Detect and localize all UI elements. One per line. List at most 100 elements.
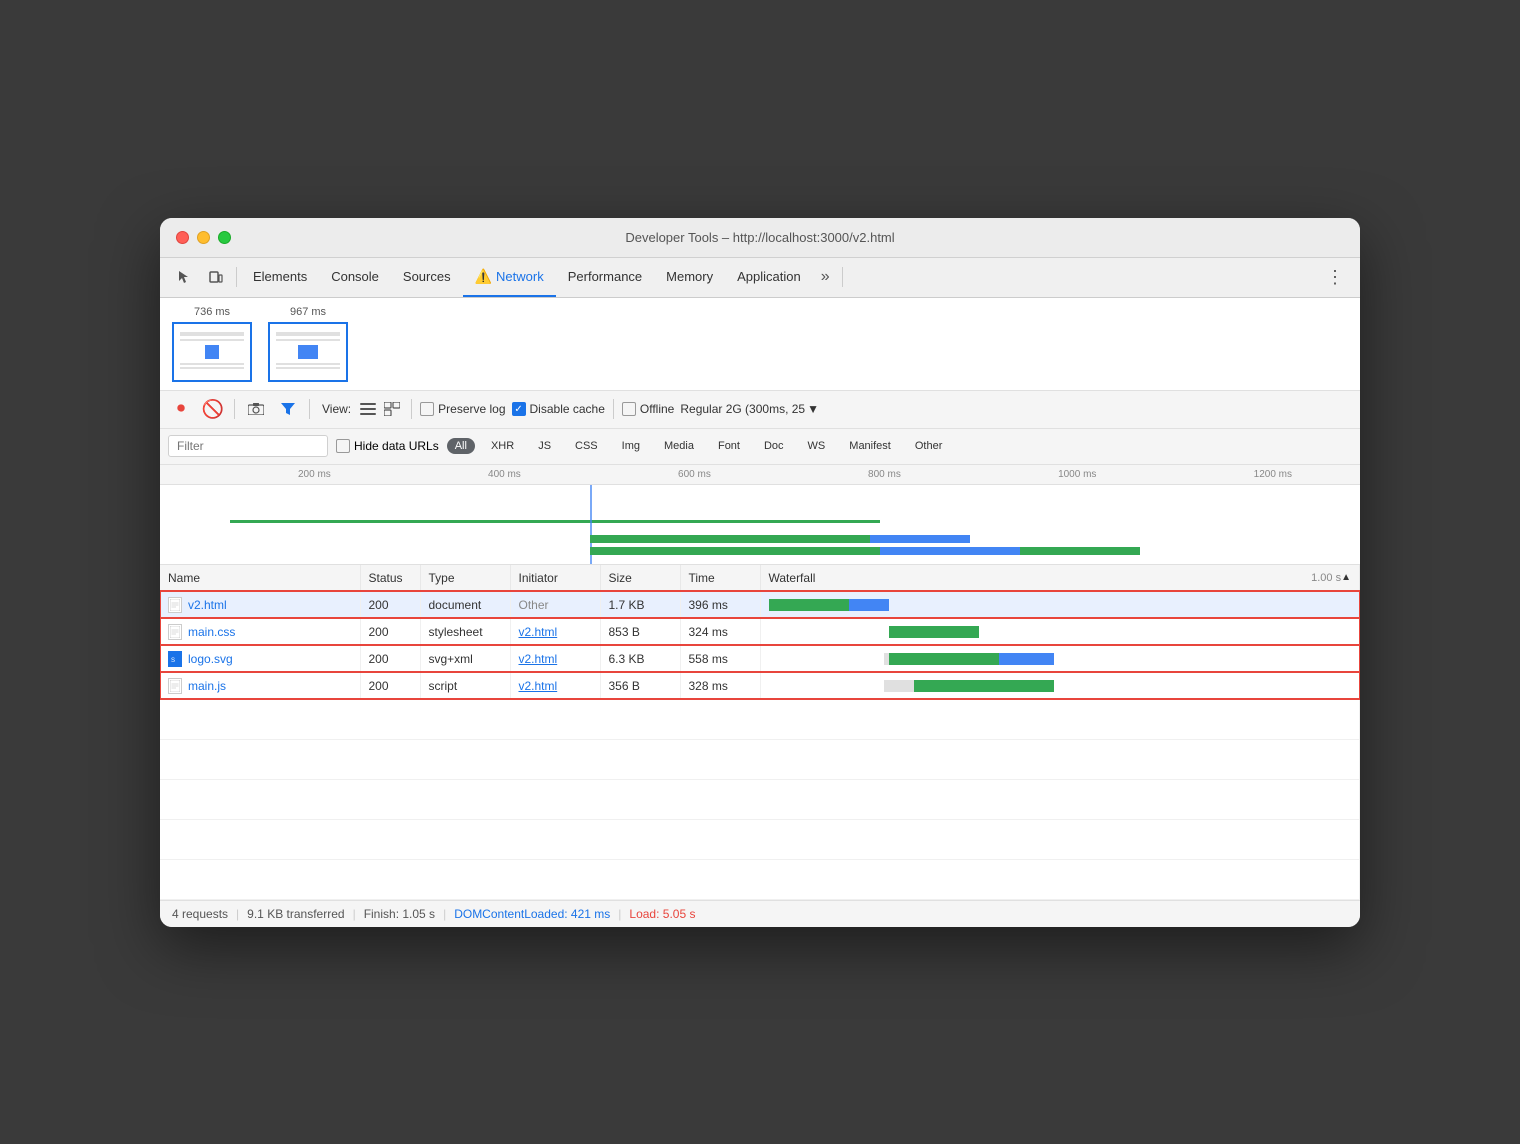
td-waterfall [760, 618, 1360, 645]
filmstrip-item-1[interactable]: 736 ms [172, 306, 252, 382]
tab-memory[interactable]: Memory [654, 257, 725, 297]
filter-doc[interactable]: Doc [756, 438, 792, 454]
toolbar-separator-1 [234, 399, 235, 419]
green-timeline-bar [230, 520, 880, 523]
ruler-mark-4: 800 ms [868, 469, 901, 480]
td-name: main.js [160, 672, 360, 699]
col-waterfall[interactable]: Waterfall 1.00 s ▲ [760, 565, 1360, 592]
hide-data-urls-group[interactable]: Hide data URLs [336, 439, 439, 453]
device-mode-icon[interactable] [200, 261, 232, 293]
td-initiator[interactable]: v2.html [510, 672, 600, 699]
col-size[interactable]: Size [600, 565, 680, 592]
timeline-bar-blue-1 [870, 535, 970, 543]
filmstrip-thumb-2[interactable] [268, 322, 348, 382]
requests-table: Name Status Type Initiator Size Time Wat… [160, 565, 1360, 900]
ruler-mark-1: 200 ms [298, 469, 331, 480]
preserve-log-group[interactable]: Preserve log [420, 402, 505, 416]
camera-button[interactable] [243, 396, 269, 422]
tab-network[interactable]: ⚠️ Network [463, 257, 556, 297]
cursor-icon[interactable] [168, 261, 200, 293]
hide-data-urls-label: Hide data URLs [354, 439, 439, 453]
col-name[interactable]: Name [160, 565, 360, 592]
td-status: 200 [360, 645, 420, 672]
filter-manifest[interactable]: Manifest [841, 438, 899, 454]
offline-checkbox[interactable] [622, 402, 636, 416]
tab-divider-1 [236, 267, 237, 287]
table-row-empty [160, 819, 1360, 859]
window-title: Developer Tools – http://localhost:3000/… [625, 230, 894, 245]
disable-cache-checkbox[interactable]: ✓ [512, 402, 526, 416]
group-view-icon[interactable] [381, 398, 403, 420]
table-row-empty [160, 779, 1360, 819]
filter-button[interactable] [275, 396, 301, 422]
filter-ws[interactable]: WS [800, 438, 834, 454]
offline-group[interactable]: Offline [622, 402, 674, 416]
devtools-window: Developer Tools – http://localhost:3000/… [160, 218, 1360, 927]
disable-cache-group[interactable]: ✓ Disable cache [512, 402, 605, 416]
devtools-menu-button[interactable]: ⋮ [1318, 257, 1352, 297]
col-type[interactable]: Type [420, 565, 510, 592]
td-size: 6.3 KB [600, 645, 680, 672]
filter-font[interactable]: Font [710, 438, 748, 454]
td-waterfall [760, 645, 1360, 672]
td-type: document [420, 591, 510, 618]
sort-icon: ▲ [1341, 572, 1351, 583]
td-status: 200 [360, 591, 420, 618]
filmstrip-item-2[interactable]: 967 ms [268, 306, 348, 382]
throttle-select[interactable]: Regular 2G (300ms, 25 ▼ [680, 402, 819, 416]
filter-input[interactable] [168, 435, 328, 457]
status-finish: Finish: 1.05 s [364, 907, 435, 921]
td-waterfall [760, 672, 1360, 699]
tab-application[interactable]: Application [725, 257, 813, 297]
file-icon [168, 597, 182, 613]
tab-sources[interactable]: Sources [391, 257, 463, 297]
filter-xhr[interactable]: XHR [483, 438, 522, 454]
filmstrip-thumb-1[interactable] [172, 322, 252, 382]
filter-css[interactable]: CSS [567, 438, 606, 454]
td-time: 328 ms [680, 672, 760, 699]
table-row-empty [160, 859, 1360, 899]
filter-all[interactable]: All [447, 438, 475, 454]
col-status[interactable]: Status [360, 565, 420, 592]
col-initiator[interactable]: Initiator [510, 565, 600, 592]
list-view-icon[interactable] [357, 398, 379, 420]
filter-bar: Hide data URLs All XHR JS CSS Img Media … [160, 429, 1360, 465]
td-initiator[interactable]: v2.html [510, 618, 600, 645]
table-row[interactable]: main.css 200 stylesheet v2.html 853 B 32… [160, 618, 1360, 645]
status-dom-content[interactable]: DOMContentLoaded: 421 ms [454, 907, 610, 921]
table-row[interactable]: main.js 200 script v2.html 356 B 328 ms [160, 672, 1360, 699]
table-row-empty [160, 739, 1360, 779]
preserve-log-checkbox[interactable] [420, 402, 434, 416]
waterfall-overview[interactable] [160, 485, 1360, 565]
stop-button[interactable]: 🚫 [200, 396, 226, 422]
td-size: 356 B [600, 672, 680, 699]
filter-js[interactable]: JS [530, 438, 559, 454]
td-type: svg+xml [420, 645, 510, 672]
minimize-button[interactable] [197, 231, 210, 244]
ruler-mark-5: 1000 ms [1058, 469, 1096, 480]
devtools-tab-bar: Elements Console Sources ⚠️ Network Perf… [160, 258, 1360, 298]
tab-console[interactable]: Console [319, 257, 391, 297]
td-name: v2.html [160, 591, 360, 618]
table-row[interactable]: S logo.svg 200 svg+xml v2.html 6.3 KB 55… [160, 645, 1360, 672]
table-header-row: Name Status Type Initiator Size Time Wat… [160, 565, 1360, 592]
td-status: 200 [360, 672, 420, 699]
filter-img[interactable]: Img [614, 438, 648, 454]
view-label: View: [322, 402, 351, 416]
table-body: v2.html 200 document Other 1.7 KB 396 ms [160, 591, 1360, 899]
hide-data-urls-checkbox[interactable] [336, 439, 350, 453]
table-row[interactable]: v2.html 200 document Other 1.7 KB 396 ms [160, 591, 1360, 618]
td-waterfall [760, 591, 1360, 618]
filter-media[interactable]: Media [656, 438, 702, 454]
file-icon [168, 678, 182, 694]
close-button[interactable] [176, 231, 189, 244]
tab-performance[interactable]: Performance [556, 257, 654, 297]
col-time[interactable]: Time [680, 565, 760, 592]
td-initiator[interactable]: v2.html [510, 645, 600, 672]
maximize-button[interactable] [218, 231, 231, 244]
tab-elements[interactable]: Elements [241, 257, 319, 297]
filter-other[interactable]: Other [907, 438, 951, 454]
more-tabs-button[interactable]: » [813, 257, 838, 297]
timeline-bar-blue-2 [880, 547, 1020, 555]
record-button[interactable]: ⏺ [168, 396, 194, 422]
